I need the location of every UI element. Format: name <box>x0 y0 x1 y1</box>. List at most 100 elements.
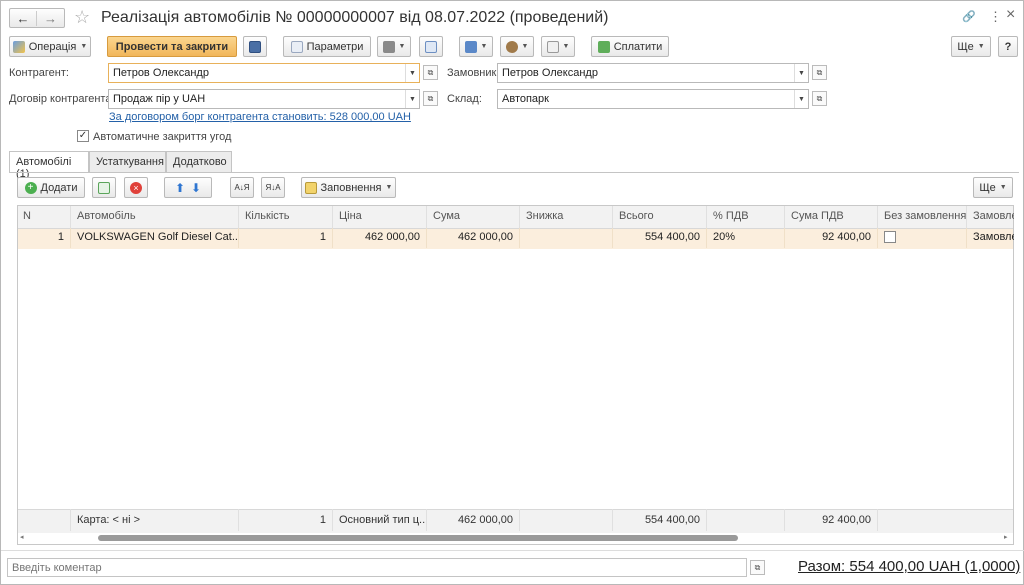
counterparty-value: Петров Олександр <box>113 67 209 79</box>
open-icon[interactable]: ⧉ <box>423 91 438 106</box>
column-n[interactable]: N <box>17 206 71 228</box>
open-icon[interactable]: ⧉ <box>812 91 827 106</box>
create-based-icon <box>464 40 477 53</box>
cell-n[interactable]: 1 <box>17 228 71 248</box>
document-window: ← → ☆ Реалізація автомобілів № 000000000… <box>0 0 1024 585</box>
chevron-down-icon[interactable]: ▼ <box>405 64 419 82</box>
users-icon <box>505 40 518 53</box>
tab-equipment[interactable]: Устаткування <box>89 151 166 172</box>
close-icon[interactable]: × <box>1006 6 1015 24</box>
column-price[interactable]: Ціна <box>333 206 427 228</box>
column-vat-sum[interactable]: Сума ПДВ <box>785 206 878 228</box>
column-discount[interactable]: Знижка <box>520 206 613 228</box>
tab-additional[interactable]: Додатково <box>166 151 232 172</box>
contract-field[interactable]: Продаж пір у UAH ▼ <box>108 89 420 109</box>
save-button[interactable] <box>243 36 267 57</box>
column-sum[interactable]: Сума <box>427 206 520 228</box>
sort-ascending-button[interactable]: A↓Я <box>230 177 254 198</box>
cell-no-order[interactable] <box>878 228 967 248</box>
report-icon <box>546 40 559 53</box>
table-more-button[interactable]: Ще ▼ <box>973 177 1013 198</box>
scrollbar-thumb[interactable] <box>98 535 738 541</box>
chevron-down-icon: ▼ <box>80 43 88 50</box>
scroll-left-icon[interactable]: ◂ <box>20 533 24 541</box>
more-button[interactable]: Ще ▼ <box>951 36 991 57</box>
column-car[interactable]: Автомобіль <box>71 206 239 228</box>
fill-button[interactable]: Заповнення ▼ <box>301 177 396 198</box>
cell-quantity[interactable]: 1 <box>239 228 333 248</box>
move-up-icon[interactable]: ⬆ <box>175 181 185 195</box>
cell-vat-rate[interactable]: 20% <box>707 228 785 248</box>
footer-card: Карта: < ні > <box>71 509 239 531</box>
footer-quantity: 1 <box>239 509 333 531</box>
parameters-button[interactable]: Параметри <box>283 36 371 57</box>
copy-button[interactable] <box>92 177 116 198</box>
column-vat-rate[interactable]: % ПДВ <box>707 206 785 228</box>
pay-button[interactable]: Сплатити <box>591 36 669 57</box>
warehouse-value: Автопарк <box>502 93 549 105</box>
forward-arrow-icon[interactable]: → <box>37 11 64 26</box>
chevron-down-icon: ▼ <box>999 184 1007 191</box>
cell-order[interactable]: Замовле <box>967 228 1014 248</box>
tab-cars[interactable]: Автомобілі (1) <box>9 151 89 180</box>
bottom-divider <box>1 550 1024 551</box>
chevron-down-icon[interactable]: ▼ <box>794 64 808 82</box>
column-order[interactable]: Замовле <box>967 206 1014 228</box>
sort-descending-icon: Я↓A <box>265 182 281 192</box>
edit-comment-icon[interactable]: ⧉ <box>750 560 765 575</box>
counterparty-field[interactable]: Петров Олександр ▼ <box>108 63 420 83</box>
column-total[interactable]: Всього <box>613 206 707 228</box>
debt-link[interactable]: За договором борг контрагента становить:… <box>109 111 411 123</box>
nav-buttons: ← → <box>9 8 65 28</box>
more-menu-icon[interactable]: ⋮ <box>989 9 1002 25</box>
more-label: Ще <box>957 40 974 53</box>
contract-value: Продаж пір у UAH <box>113 93 206 105</box>
footer-total: 554 400,00 <box>613 509 707 531</box>
open-icon[interactable]: ⧉ <box>812 65 827 80</box>
post-and-close-button[interactable]: Провести та закрити <box>107 36 237 57</box>
print-button[interactable]: ▼ <box>377 36 411 57</box>
footer-n <box>17 509 71 531</box>
cell-price[interactable]: 462 000,00 <box>333 228 427 248</box>
horizontal-scrollbar[interactable]: ◂ ▸ <box>18 533 1013 544</box>
reports-button[interactable]: ▼ <box>541 36 575 57</box>
back-arrow-icon[interactable]: ← <box>10 10 38 26</box>
no-order-checkbox[interactable] <box>884 231 896 243</box>
cell-car[interactable]: VOLKSWAGEN Golf Diesel Cat... <box>71 228 239 248</box>
chevron-down-icon[interactable]: ▼ <box>405 90 419 108</box>
auto-close-label: Автоматичне закриття угод <box>93 131 232 143</box>
footer-vat-rate <box>707 509 785 531</box>
open-icon[interactable]: ⧉ <box>423 65 438 80</box>
chevron-down-icon: ▼ <box>562 43 570 50</box>
column-no-order[interactable]: Без замовлення <box>878 206 967 228</box>
cell-sum[interactable]: 462 000,00 <box>427 228 520 248</box>
contract-label: Договір контрагента: <box>9 93 115 105</box>
column-quantity[interactable]: Кількість <box>239 206 333 228</box>
sort-descending-button[interactable]: Я↓A <box>261 177 285 198</box>
cell-vat-sum[interactable]: 92 400,00 <box>785 228 878 248</box>
structure-icon <box>425 40 437 53</box>
add-button[interactable]: + Додати <box>17 177 85 198</box>
customer-field[interactable]: Петров Олександр ▼ <box>497 63 809 83</box>
printer-icon <box>382 40 395 53</box>
scroll-right-icon[interactable]: ▸ <box>1004 533 1008 541</box>
cell-discount[interactable] <box>520 228 613 248</box>
structure-button[interactable] <box>419 36 443 57</box>
footer-sum: 462 000,00 <box>427 509 520 531</box>
chevron-down-icon[interactable]: ▼ <box>794 90 808 108</box>
link-icon[interactable]: 🔗 <box>962 10 976 23</box>
related-users-button[interactable]: ▼ <box>500 36 534 57</box>
warehouse-field[interactable]: Автопарк ▼ <box>497 89 809 109</box>
table-more-label: Ще <box>979 181 996 194</box>
create-based-on-button[interactable]: ▼ <box>459 36 493 57</box>
auto-close-checkbox[interactable]: ✓ <box>77 130 89 142</box>
delete-button[interactable]: × <box>124 177 148 198</box>
comment-input[interactable] <box>7 558 747 577</box>
favorite-star-icon[interactable]: ☆ <box>74 7 90 28</box>
cell-total[interactable]: 554 400,00 <box>613 228 707 248</box>
customer-label: Замовник: <box>447 67 500 79</box>
move-down-icon[interactable]: ⬇ <box>191 181 201 195</box>
operation-button[interactable]: Операція ▼ <box>9 36 91 57</box>
help-button[interactable]: ? <box>998 36 1018 57</box>
chevron-down-icon: ▼ <box>385 184 393 191</box>
